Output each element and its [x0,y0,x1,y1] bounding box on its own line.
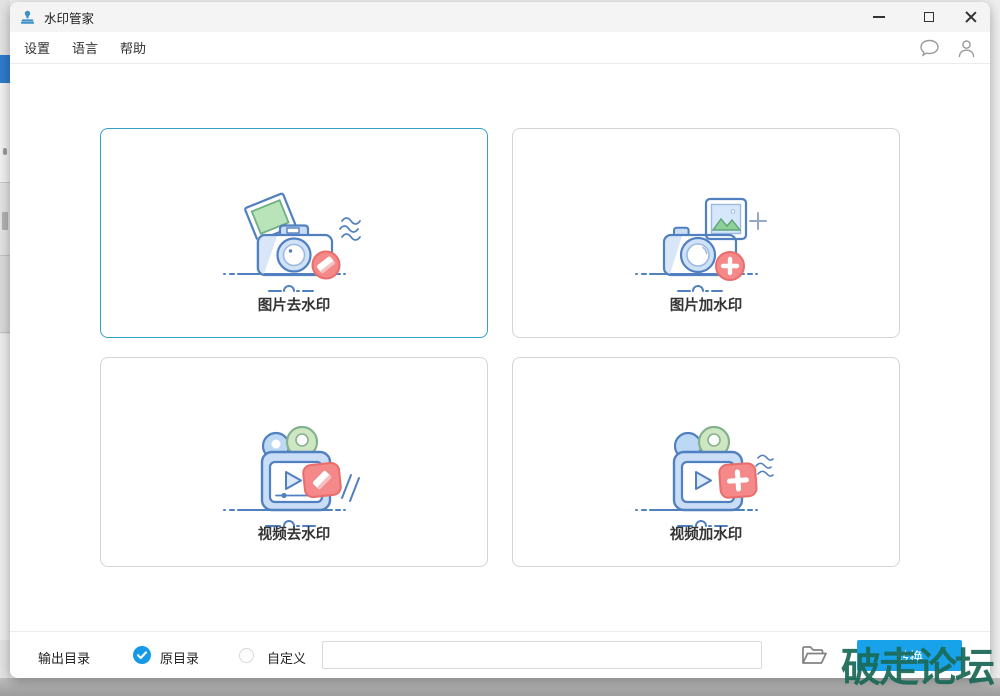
menu-item-help[interactable]: 帮助 [120,38,146,57]
custom-path-input[interactable] [322,641,762,669]
person-icon[interactable] [957,39,976,58]
background-window-left-sliver [0,0,10,696]
convert-button[interactable]: 转换 [857,640,962,671]
output-dir-label: 输出目录 [38,651,91,666]
radio-original-dir-label[interactable]: 原目录 [160,648,199,667]
title-bar: 水印管家 [10,2,990,32]
radio-original-dir[interactable] [133,646,151,664]
card-label: 视频加水印 [669,527,743,543]
radio-custom-dir-label[interactable]: 自定义 [267,648,306,667]
menu-item-language[interactable]: 语言 [72,38,98,57]
card-video-add-watermark[interactable]: 视频加水印 [512,357,900,567]
window-title: 水印管家 [44,11,95,26]
app-window: 水印管家 设置 语言 帮助 图片去水印 图片加水印 视频去水印 视频加水印 输出… [10,2,990,678]
main-content: 图片去水印 图片加水印 视频去水印 视频加水印 [10,64,990,631]
card-image-add-watermark[interactable]: 图片加水印 [512,128,900,338]
chat-bubble-icon[interactable] [919,39,940,57]
background-window-bottom-strip [0,678,1000,696]
minimize-icon[interactable] [862,2,896,32]
card-video-remove-watermark[interactable]: 视频去水印 [100,357,488,567]
card-image-remove-watermark[interactable]: 图片去水印 [100,128,488,338]
card-label: 图片去水印 [257,298,331,314]
camera-add-watermark-icon [635,197,767,292]
open-folder-icon[interactable] [800,643,828,667]
video-add-watermark-icon [635,425,774,527]
background-window-header-fragment [0,55,10,83]
card-label: 图片加水印 [669,298,743,314]
camera-remove-watermark-icon [223,192,361,292]
screen: 水印管家 设置 语言 帮助 图片去水印 图片加水印 视频去水印 视频加水印 输出… [0,0,1000,696]
card-label: 视频去水印 [257,527,331,543]
video-remove-watermark-icon [223,425,360,527]
menu-item-settings[interactable]: 设置 [24,38,50,57]
radio-custom-dir[interactable] [239,648,254,663]
maximize-icon[interactable] [912,2,946,32]
stamp-app-icon [21,10,34,24]
close-icon[interactable] [954,2,988,32]
menu-bar: 设置 语言 帮助 [10,32,990,64]
output-bar: 输出目录 原目录 自定义 转换 [10,631,990,678]
